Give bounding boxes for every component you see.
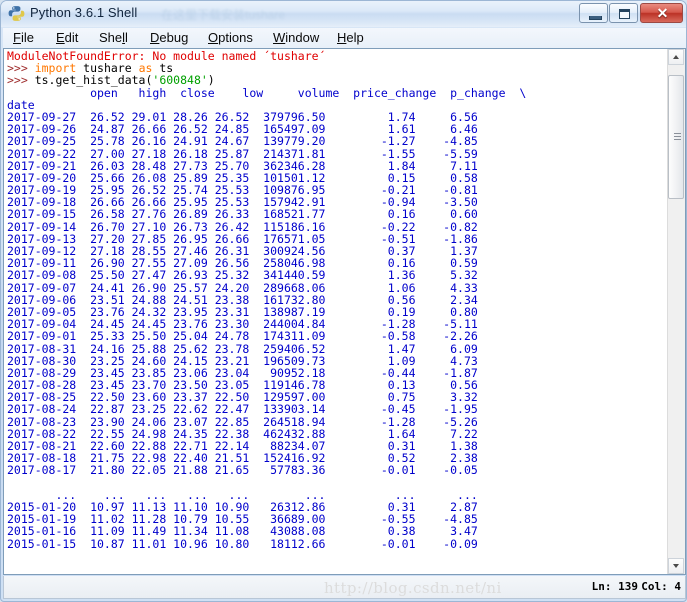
shell-output-area[interactable]: ModuleNotFoundError: No module named ´tu… [4, 49, 668, 574]
shell-text-content: ModuleNotFoundError: No module named ´tu… [7, 49, 527, 551]
title-watermark-text: 在这里下载安装tushare [161, 8, 286, 22]
menu-item-options[interactable]: Options [208, 30, 253, 46]
minimize-button[interactable] [579, 3, 608, 23]
column-indicator: Col: 4 [641, 580, 681, 593]
minimize-icon [589, 16, 602, 20]
window-title: Python 3.6.1 Shell [30, 5, 138, 20]
status-watermark: http://blog.csdn.net/ni [324, 579, 502, 597]
chevron-down-icon [673, 564, 679, 568]
scrollbar-grip-icon [674, 133, 681, 140]
python-logo-icon [8, 6, 25, 21]
vertical-scrollbar[interactable] [667, 49, 685, 574]
menu-item-debug[interactable]: Debug [150, 30, 188, 46]
line-indicator: Ln: 139 [591, 580, 638, 593]
scroll-up-button[interactable] [668, 49, 684, 65]
menu-item-help[interactable]: Help [337, 30, 364, 46]
close-button[interactable]: ✕ [640, 3, 683, 23]
close-icon: ✕ [656, 5, 669, 21]
menu-bar: File Edit Shell Debug Options Window Hel… [3, 28, 686, 48]
maximize-button[interactable] [609, 3, 638, 23]
idle-shell-window: Python 3.6.1 Shell 在这里下载安装tushare ✕ File… [0, 0, 687, 602]
menu-item-file[interactable]: File [13, 30, 34, 46]
maximize-icon [619, 9, 630, 19]
title-bar: Python 3.6.1 Shell 在这里下载安装tushare ✕ [1, 1, 686, 27]
menu-item-window[interactable]: Window [273, 30, 319, 46]
menu-item-shell[interactable]: Shell [99, 30, 128, 46]
shell-text-frame: ModuleNotFoundError: No module named ´tu… [3, 48, 686, 575]
scrollbar-thumb[interactable] [668, 75, 684, 199]
status-bar: http://blog.csdn.net/ni Ln: 139 Col: 4 [3, 576, 686, 599]
chevron-up-icon [673, 55, 679, 59]
menu-item-edit[interactable]: Edit [56, 30, 78, 46]
scroll-down-button[interactable] [668, 558, 684, 574]
